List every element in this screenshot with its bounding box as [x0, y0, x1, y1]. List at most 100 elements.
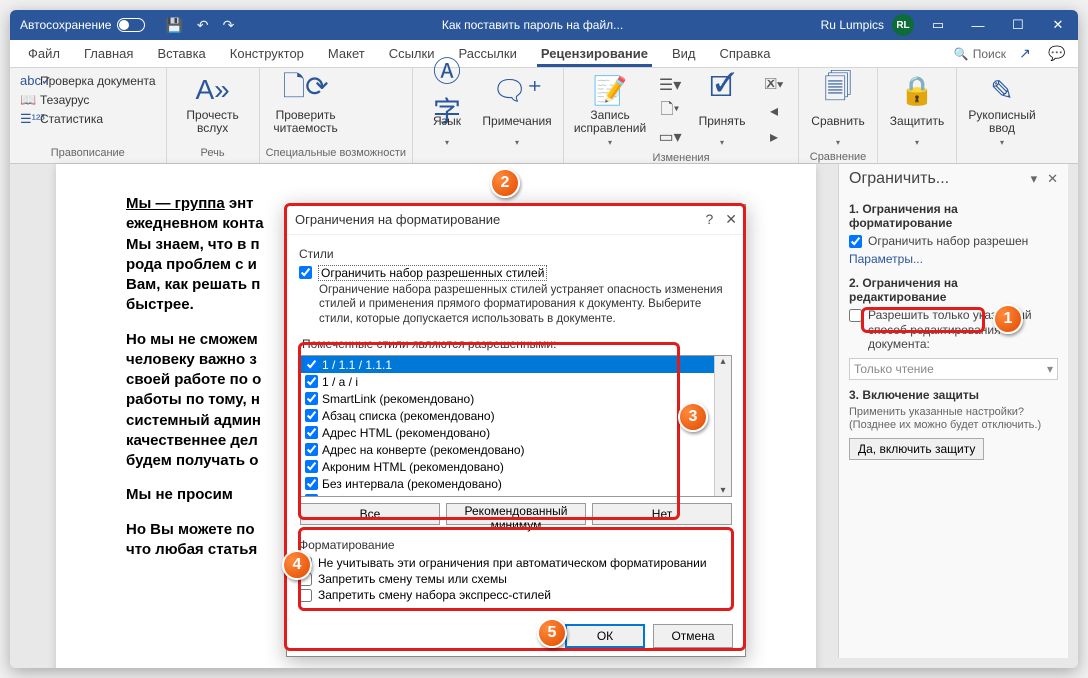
ribbon-min-icon[interactable]: ▭: [918, 10, 958, 40]
badge-5: 5: [537, 618, 567, 648]
limit-formatting-checkbox[interactable]: Ограничить набор разрешен: [849, 234, 1058, 248]
list-item[interactable]: 1 / a / i: [301, 373, 731, 390]
select-none-button[interactable]: Нет: [592, 503, 732, 525]
comments-button[interactable]: 💬: [1044, 42, 1070, 66]
track-changes-button[interactable]: 📝 Запись исправлений ▾: [570, 72, 650, 149]
show-markup-dropdown[interactable]: 🗋▾: [654, 98, 686, 124]
tab-insert[interactable]: Вставка: [145, 40, 217, 67]
editing-mode-select[interactable]: Только чтение ▾: [849, 358, 1058, 380]
list-item[interactable]: Абзац списка (рекомендовано): [301, 407, 731, 424]
check-document-button[interactable]: abc✓Проверка документа: [16, 72, 160, 90]
list-item[interactable]: Без интервала (рекомендовано): [301, 475, 731, 492]
lock-icon: 🔒: [900, 74, 935, 106]
compare-icon: 🗐: [824, 74, 852, 106]
tab-design[interactable]: Конструктор: [218, 40, 316, 67]
tab-home[interactable]: Главная: [72, 40, 145, 67]
scroll-down-icon[interactable]: ▾: [720, 485, 725, 496]
chevron-down-icon: ▾: [1000, 138, 1004, 147]
list-item[interactable]: Адрес на конверте (рекомендовано): [301, 441, 731, 458]
restrict-editing-pane: Ограничить... ▾ ✕ 1. Ограничения на форм…: [838, 164, 1068, 658]
language-button[interactable]: Ⓐ字 Язык ▾: [419, 72, 475, 149]
allow-editing-checkbox[interactable]: Разрешить только указанный способ редакт…: [849, 308, 1058, 351]
taskpane-title: Ограничить...: [849, 170, 949, 188]
next-change-button[interactable]: ▸: [758, 124, 790, 150]
accept-button[interactable]: 🗹 Принять ▾: [690, 72, 754, 149]
globe-icon: Ⓐ字: [421, 74, 473, 106]
autosave-toggle[interactable]: Автосохранение: [10, 18, 155, 32]
protect-button[interactable]: 🔒 Защитить ▾: [884, 72, 950, 149]
tab-review[interactable]: Рецензирование: [529, 40, 660, 67]
dialog-titlebar[interactable]: Ограничения на форматирование ? ✕: [287, 205, 745, 235]
select-all-button[interactable]: Все: [300, 503, 440, 525]
scrollbar[interactable]: ▴▾: [714, 356, 731, 496]
close-icon[interactable]: ✕: [725, 211, 737, 228]
list-item[interactable]: SmartLink (рекомендовано): [301, 390, 731, 407]
section-1-heading: 1. Ограничения на форматирование: [849, 202, 1058, 230]
styles-listbox[interactable]: 1 / 1.1 / 1.1.1 1 / a / i SmartLink (рек…: [300, 355, 732, 497]
search-box[interactable]: 🔍 Поиск: [954, 47, 1006, 61]
toggle-switch-icon[interactable]: [117, 18, 145, 32]
compare-button[interactable]: 🗐 Сравнить ▾: [805, 72, 871, 149]
tab-view[interactable]: Вид: [660, 40, 708, 67]
thesaurus-button[interactable]: 📖Тезаурус: [16, 91, 160, 109]
limit-styles-checkbox[interactable]: Ограничить набор разрешенных стилей: [299, 265, 733, 281]
enable-protection-button[interactable]: Да, включить защиту: [849, 438, 984, 460]
help-icon[interactable]: ?: [705, 211, 713, 228]
save-icon[interactable]: 💾: [165, 17, 182, 34]
protection-note: Применить указанные настройки? (Позднее …: [849, 406, 1058, 432]
tab-layout[interactable]: Макет: [316, 40, 377, 67]
badge-2: 2: [490, 168, 520, 198]
accessibility-icon: 🗋⟳: [283, 74, 329, 106]
tab-file[interactable]: Файл: [16, 40, 72, 67]
reject-button[interactable]: 🗷▾: [758, 72, 790, 98]
statistics-button[interactable]: ☰¹²³Статистика: [16, 110, 160, 128]
close-icon[interactable]: ✕: [1038, 10, 1078, 40]
ok-button[interactable]: ОК: [565, 624, 645, 648]
ink-button[interactable]: ✎ Рукописный ввод ▾: [963, 72, 1041, 149]
redo-icon[interactable]: ↷: [223, 17, 235, 34]
minimize-icon[interactable]: —: [958, 10, 998, 40]
undo-icon[interactable]: ↶: [197, 17, 209, 34]
document-title: Как поставить пароль на файл...: [244, 18, 820, 32]
quick-access-toolbar: 💾 ↶ ↷: [155, 17, 244, 34]
formatting-restrictions-dialog: Ограничения на форматирование ? ✕ Стили …: [286, 204, 746, 657]
pencil-paper-icon: 📝: [593, 74, 628, 106]
block-quickstyles-checkbox[interactable]: Запретить смену набора экспресс-стилей: [299, 588, 733, 602]
user-area[interactable]: Ru Lumpics RL: [821, 14, 918, 36]
taskpane-menu-icon[interactable]: ▾: [1031, 171, 1038, 187]
dialog-title: Ограничения на форматирование: [295, 212, 500, 227]
read-aloud-button[interactable]: A» Прочесть вслух: [173, 72, 253, 138]
list-item[interactable]: Веб-таблица 1: [301, 492, 731, 497]
cancel-button[interactable]: Отмена: [653, 624, 733, 648]
ignore-autoformat-checkbox[interactable]: Не учитывать эти ограничения при автомат…: [299, 556, 733, 570]
scroll-up-icon[interactable]: ▴: [720, 356, 725, 367]
chevron-down-icon: ▾: [836, 138, 840, 147]
block-theme-checkbox[interactable]: Запретить смену темы или схемы: [299, 572, 733, 586]
checkbox[interactable]: [299, 589, 312, 602]
group-accessibility-label: Специальные возможности: [266, 145, 406, 163]
comments-button-ribbon[interactable]: 🗨⁺ Примечания ▾: [477, 72, 557, 149]
checkbox[interactable]: [849, 309, 862, 322]
settings-link[interactable]: Параметры...: [849, 252, 923, 266]
list-item[interactable]: Адрес HTML (рекомендовано): [301, 424, 731, 441]
checkbox[interactable]: [849, 235, 862, 248]
avatar[interactable]: RL: [892, 14, 914, 36]
maximize-icon[interactable]: ☐: [998, 10, 1038, 40]
list-item[interactable]: 1 / 1.1 / 1.1.1: [301, 356, 731, 373]
taskpane-close-icon[interactable]: ✕: [1047, 171, 1058, 187]
accept-icon: 🗹: [710, 74, 735, 106]
reviewing-pane-dropdown[interactable]: ▭▾: [654, 124, 686, 150]
recommended-minimum-button[interactable]: Рекомендованный минимум: [446, 503, 586, 525]
prev-change-button[interactable]: ◂: [758, 98, 790, 124]
tab-help[interactable]: Справка: [708, 40, 783, 67]
list-item[interactable]: Акроним HTML (рекомендовано): [301, 458, 731, 475]
read-aloud-icon: A»: [195, 74, 229, 106]
badge-3: 3: [678, 402, 708, 432]
check-accessibility-button[interactable]: 🗋⟳ Проверить читаемость: [266, 72, 346, 138]
chevron-down-icon: ▾: [515, 138, 519, 147]
share-button[interactable]: ↗: [1012, 42, 1038, 66]
display-for-review-dropdown[interactable]: ☰▾: [654, 72, 686, 98]
badge-1: 1: [993, 304, 1023, 334]
checkbox[interactable]: [299, 266, 312, 279]
formatting-group-label: Форматирование: [299, 538, 733, 552]
